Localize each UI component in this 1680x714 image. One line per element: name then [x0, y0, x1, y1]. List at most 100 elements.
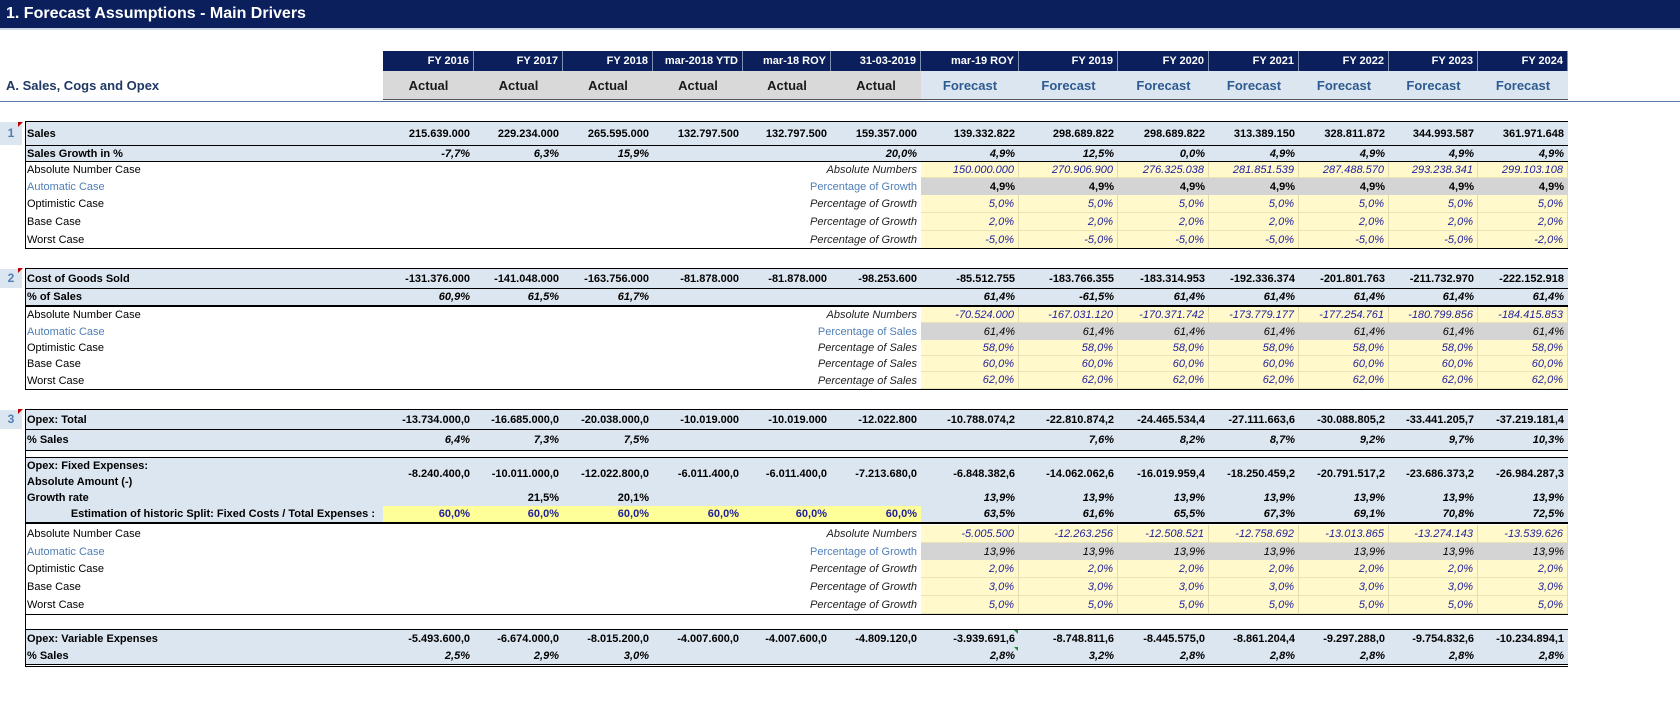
column-header-period[interactable]: 31-03-2019: [831, 51, 921, 71]
column-header-period[interactable]: FY 2016: [383, 51, 474, 71]
input-cell[interactable]: 62,0%: [1118, 372, 1209, 389]
input-cell[interactable]: -2,0%: [1478, 231, 1568, 249]
column-header-period[interactable]: mar-18 ROY: [743, 51, 831, 71]
input-cell[interactable]: 3,0%: [1019, 578, 1118, 596]
input-cell[interactable]: 5,0%: [1118, 195, 1209, 213]
input-cell[interactable]: 281.851.539: [1209, 162, 1299, 178]
input-cell[interactable]: 2,0%: [1389, 213, 1478, 231]
input-cell[interactable]: 5,0%: [1019, 596, 1118, 614]
input-cell[interactable]: -5,0%: [1209, 231, 1299, 249]
input-cell[interactable]: 2,0%: [1019, 560, 1118, 578]
input-cell[interactable]: 58,0%: [1389, 340, 1478, 356]
input-cell[interactable]: -13.013.865: [1299, 525, 1389, 543]
input-cell[interactable]: -12.758.692: [1209, 525, 1299, 543]
input-cell[interactable]: -12.508.521: [1118, 525, 1209, 543]
input-cell[interactable]: 62,0%: [1019, 372, 1118, 389]
input-cell[interactable]: 60,0%: [1389, 356, 1478, 372]
column-header-period[interactable]: FY 2021: [1209, 51, 1299, 71]
input-cell[interactable]: -180.799.856: [1389, 307, 1478, 323]
input-cell[interactable]: 2,0%: [1389, 560, 1478, 578]
input-cell[interactable]: -5,0%: [1389, 231, 1478, 249]
input-cell[interactable]: 2,0%: [1478, 213, 1568, 231]
input-cell[interactable]: -177.254.761: [1299, 307, 1389, 323]
column-header-period[interactable]: mar-2018 YTD: [653, 51, 743, 71]
input-cell[interactable]: 58,0%: [1478, 340, 1568, 356]
split-input-cell[interactable]: 60,0%: [743, 506, 831, 522]
input-cell[interactable]: 3,0%: [1389, 578, 1478, 596]
input-cell[interactable]: 62,0%: [1209, 372, 1299, 389]
split-input-cell[interactable]: 60,0%: [383, 506, 474, 522]
input-cell[interactable]: 5,0%: [1118, 596, 1209, 614]
input-cell[interactable]: 5,0%: [921, 596, 1019, 614]
split-input-cell[interactable]: 60,0%: [474, 506, 563, 522]
column-header-period[interactable]: FY 2019: [1019, 51, 1118, 71]
input-cell[interactable]: -5,0%: [1019, 231, 1118, 249]
input-cell[interactable]: 150.000.000: [921, 162, 1019, 178]
input-cell[interactable]: -173.779.177: [1209, 307, 1299, 323]
column-header-period[interactable]: FY 2018: [563, 51, 653, 71]
input-cell[interactable]: 5,0%: [1478, 596, 1568, 614]
input-cell[interactable]: 58,0%: [1299, 340, 1389, 356]
input-cell[interactable]: 5,0%: [1389, 596, 1478, 614]
input-cell[interactable]: 5,0%: [1019, 195, 1118, 213]
input-cell[interactable]: 60,0%: [1299, 356, 1389, 372]
input-cell[interactable]: 62,0%: [1299, 372, 1389, 389]
input-cell[interactable]: 5,0%: [921, 195, 1019, 213]
input-cell[interactable]: 2,0%: [921, 213, 1019, 231]
input-cell[interactable]: 60,0%: [1209, 356, 1299, 372]
input-cell[interactable]: 3,0%: [1118, 578, 1209, 596]
input-cell[interactable]: 287.488.570: [1299, 162, 1389, 178]
input-cell[interactable]: 58,0%: [1209, 340, 1299, 356]
split-input-cell[interactable]: 60,0%: [831, 506, 921, 522]
input-cell[interactable]: 270.906.900: [1019, 162, 1118, 178]
input-cell[interactable]: 2,0%: [1299, 213, 1389, 231]
input-cell[interactable]: 5,0%: [1389, 195, 1478, 213]
input-cell[interactable]: 5,0%: [1478, 195, 1568, 213]
input-cell[interactable]: -170.371.742: [1118, 307, 1209, 323]
input-cell[interactable]: 58,0%: [1019, 340, 1118, 356]
input-cell[interactable]: -167.031.120: [1019, 307, 1118, 323]
input-cell[interactable]: 293.238.341: [1389, 162, 1478, 178]
input-cell[interactable]: 2,0%: [1118, 213, 1209, 231]
column-header-period[interactable]: FY 2017: [474, 51, 563, 71]
input-cell[interactable]: 62,0%: [1478, 372, 1568, 389]
input-cell[interactable]: 5,0%: [1209, 195, 1299, 213]
input-cell[interactable]: -13.274.143: [1389, 525, 1478, 543]
column-header-period[interactable]: mar-19 ROY: [921, 51, 1019, 71]
input-cell[interactable]: 3,0%: [1478, 578, 1568, 596]
input-cell[interactable]: 58,0%: [1118, 340, 1209, 356]
input-cell[interactable]: 3,0%: [921, 578, 1019, 596]
input-cell[interactable]: 2,0%: [1209, 213, 1299, 231]
input-cell[interactable]: 2,0%: [1118, 560, 1209, 578]
input-cell[interactable]: 62,0%: [1389, 372, 1478, 389]
input-cell[interactable]: 62,0%: [921, 372, 1019, 389]
input-cell[interactable]: -5,0%: [1299, 231, 1389, 249]
input-cell[interactable]: 60,0%: [1019, 356, 1118, 372]
split-input-cell[interactable]: 60,0%: [563, 506, 653, 522]
column-header-period[interactable]: FY 2022: [1299, 51, 1389, 71]
input-cell[interactable]: -12.263.256: [1019, 525, 1118, 543]
input-cell[interactable]: -5.005.500: [921, 525, 1019, 543]
input-cell[interactable]: 2,0%: [1478, 560, 1568, 578]
input-cell[interactable]: 3,0%: [1299, 578, 1389, 596]
column-header-period[interactable]: FY 2020: [1118, 51, 1209, 71]
input-cell[interactable]: 60,0%: [921, 356, 1019, 372]
input-cell[interactable]: 299.103.108: [1478, 162, 1568, 178]
input-cell[interactable]: -70.524.000: [921, 307, 1019, 323]
input-cell[interactable]: -5,0%: [921, 231, 1019, 249]
input-cell[interactable]: 5,0%: [1299, 596, 1389, 614]
input-cell[interactable]: 5,0%: [1209, 596, 1299, 614]
input-cell[interactable]: 58,0%: [921, 340, 1019, 356]
split-input-cell[interactable]: 60,0%: [653, 506, 743, 522]
column-header-period[interactable]: FY 2023: [1389, 51, 1478, 71]
column-header-period[interactable]: FY 2024: [1478, 51, 1568, 71]
input-cell[interactable]: 60,0%: [1478, 356, 1568, 372]
input-cell[interactable]: -184.415.853: [1478, 307, 1568, 323]
input-cell[interactable]: 2,0%: [1019, 213, 1118, 231]
input-cell[interactable]: 60,0%: [1118, 356, 1209, 372]
input-cell[interactable]: -5,0%: [1118, 231, 1209, 249]
input-cell[interactable]: 5,0%: [1299, 195, 1389, 213]
input-cell[interactable]: 276.325.038: [1118, 162, 1209, 178]
input-cell[interactable]: 2,0%: [1209, 560, 1299, 578]
input-cell[interactable]: 2,0%: [921, 560, 1019, 578]
